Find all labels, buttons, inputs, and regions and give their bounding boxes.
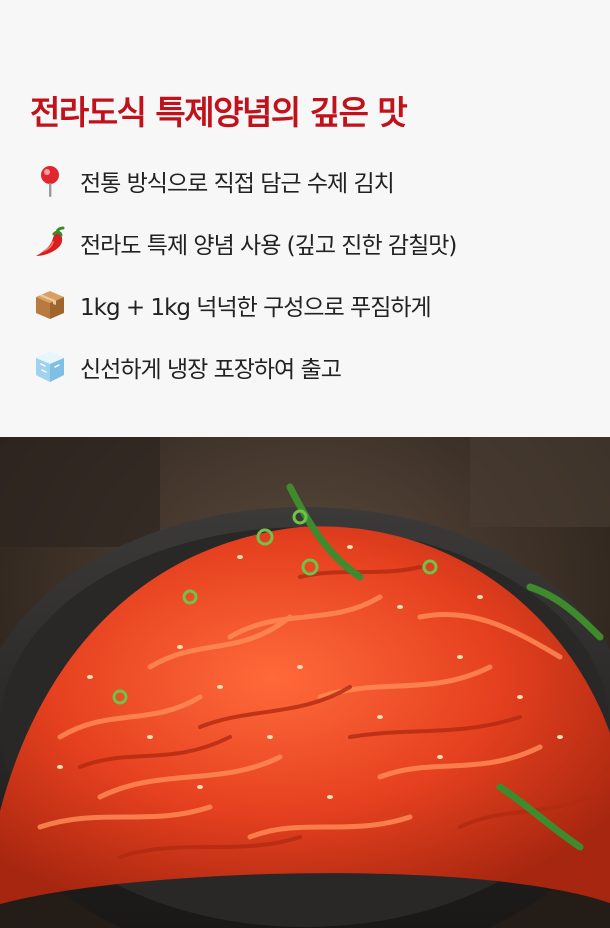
kimchi-photo [0,437,610,928]
feature-item: 1kg + 1kg 넉넉한 구성으로 푸짐하게 [30,274,590,336]
headline: 전라도식 특제양념의 깊은 맛 [30,93,408,132]
feature-text: 신선하게 냉장 포장하여 출고 [80,357,342,383]
feature-item: 신선하게 냉장 포장하여 출고 [30,336,590,398]
ice-cube-icon [30,347,70,387]
info-section: 전라도식 특제양념의 깊은 맛 전통 방식으로 직접 담근 수제 김치 전라도 … [0,0,610,437]
feature-text: 1kg + 1kg 넉넉한 구성으로 푸짐하게 [80,295,432,321]
feature-text: 전라도 특제 양념 사용 (깊고 진한 감칠맛) [80,233,457,259]
feature-item: 전라도 특제 양념 사용 (깊고 진한 감칠맛) [30,212,590,274]
kimchi-dish-image [0,437,610,928]
chili-pepper-icon [30,223,70,263]
feature-text: 전통 방식으로 직접 담근 수제 김치 [80,171,395,197]
feature-item: 전통 방식으로 직접 담근 수제 김치 [30,150,590,212]
feature-list: 전통 방식으로 직접 담근 수제 김치 전라도 특제 양념 사용 (깊고 진한 … [30,150,590,398]
pin-icon [30,161,70,201]
package-box-icon [30,285,70,325]
